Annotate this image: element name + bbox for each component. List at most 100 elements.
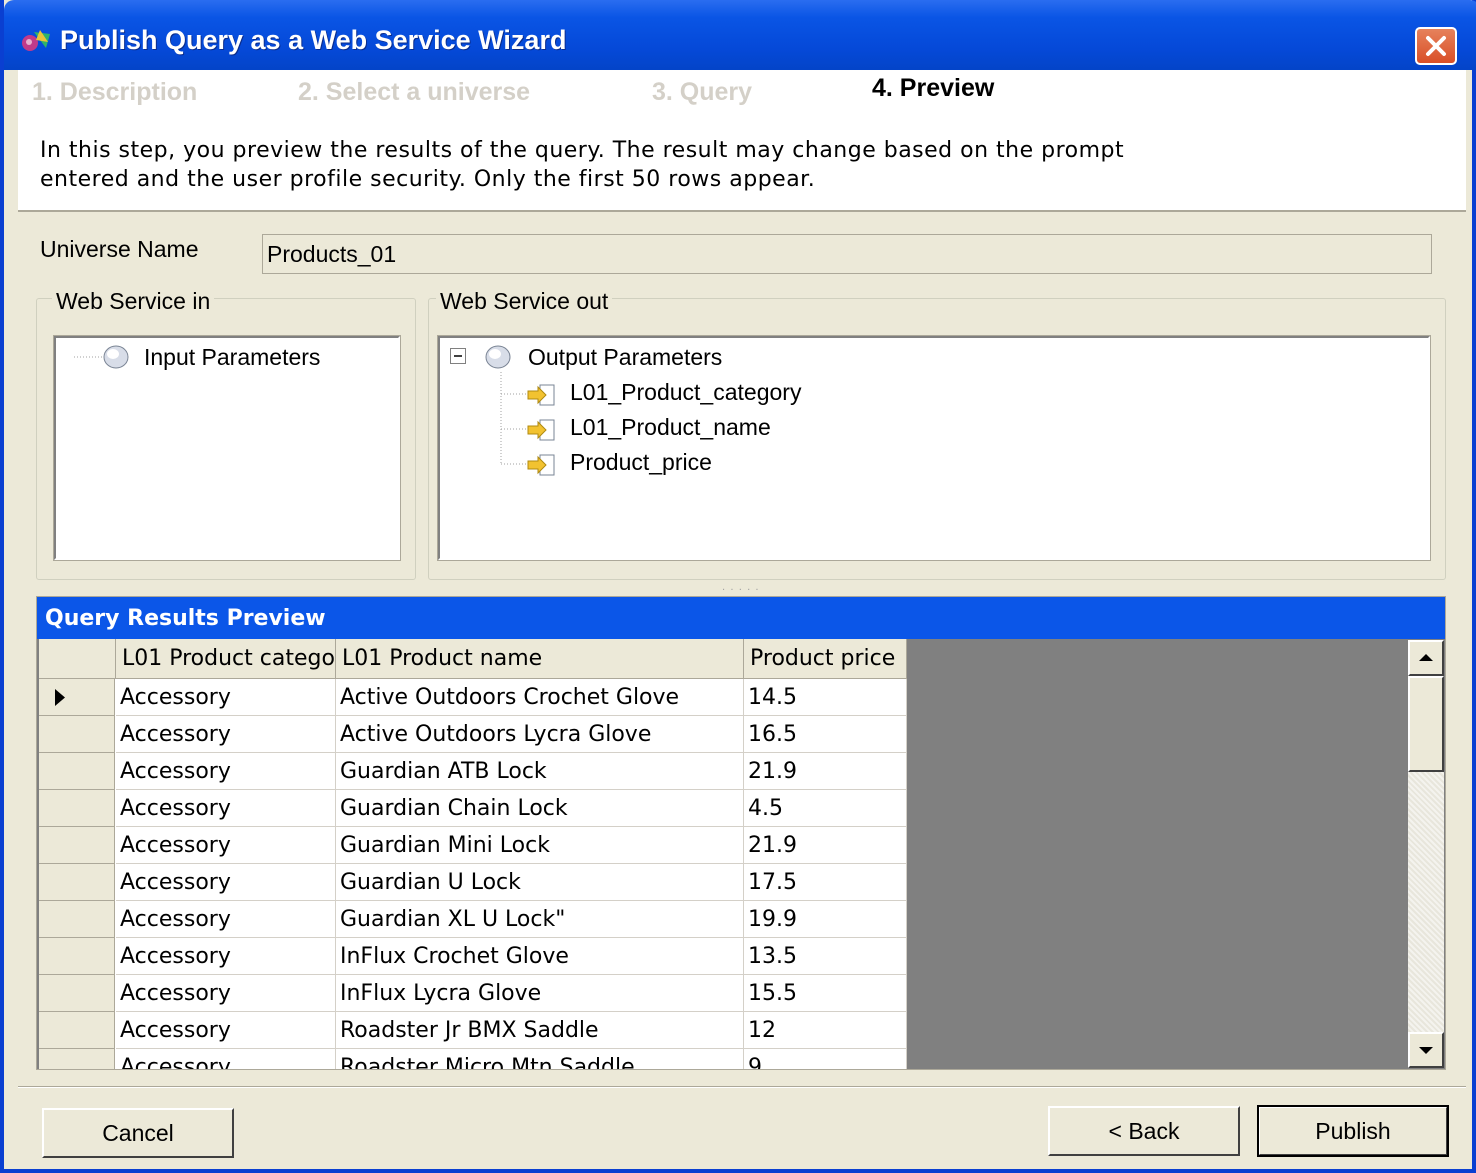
step-select-universe: 2. Select a universe <box>298 78 531 106</box>
parameter-icon <box>100 342 132 376</box>
current-row-icon <box>55 689 65 706</box>
table-cell[interactable]: Accessory <box>116 975 336 1012</box>
table-cell[interactable]: 17.5 <box>744 864 907 901</box>
collapse-toggle[interactable] <box>450 348 466 364</box>
step-description-text: In this step, you preview the results of… <box>40 138 1125 192</box>
input-parameters-node[interactable]: Input Parameters <box>144 344 320 371</box>
chevron-up-icon <box>1419 654 1433 661</box>
table-row[interactable]: Accessory InFlux Lycra Glove 15.5 <box>39 975 907 1012</box>
results-scrollbar[interactable] <box>1408 640 1444 1068</box>
table-cell[interactable]: Accessory <box>116 901 336 938</box>
row-selector[interactable] <box>39 938 115 975</box>
table-cell[interactable]: Accessory <box>116 679 336 716</box>
row-selector[interactable] <box>39 827 115 864</box>
table-cell[interactable]: InFlux Crochet Glove <box>336 938 744 975</box>
table-row[interactable]: Accessory Active Outdoors Crochet Glove 14… <box>39 679 907 716</box>
table-cell[interactable]: Roadster Jr BMX Saddle <box>336 1012 744 1049</box>
table-cell[interactable]: 19.9 <box>744 901 907 938</box>
row-selector[interactable] <box>39 753 115 790</box>
wizard-header: 1. Description 2. Select a universe 3. Q… <box>18 70 1466 212</box>
step-description: 1. Description <box>32 78 198 106</box>
table-cell[interactable]: Accessory <box>116 753 336 790</box>
table-cell[interactable]: Active Outdoors Lycra Glove <box>336 716 744 753</box>
table-row[interactable]: Accessory Roadster Jr BMX Saddle 12 <box>39 1012 907 1049</box>
table-row[interactable]: Accessory Guardian Chain Lock 4.5 <box>39 790 907 827</box>
row-selector[interactable] <box>39 716 115 753</box>
output-param-item[interactable]: L01_Product_name <box>570 414 771 441</box>
output-param-item[interactable]: Product_price <box>570 449 712 476</box>
universe-name-label: Universe Name <box>40 236 199 262</box>
table-row[interactable]: Accessory Guardian Mini Lock 21.9 <box>39 827 907 864</box>
table-cell[interactable]: Accessory <box>116 864 336 901</box>
output-arrow-icon <box>526 452 556 482</box>
column-header[interactable]: L01 Product name <box>336 639 744 679</box>
table-row[interactable]: Accessory Guardian ATB Lock 21.9 <box>39 753 907 790</box>
window-title: Publish Query as a Web Service Wizard <box>60 25 567 55</box>
row-selector[interactable] <box>39 679 115 716</box>
output-arrow-icon <box>526 382 556 412</box>
web-service-out-label: Web Service out <box>436 288 613 315</box>
table-cell[interactable]: Accessory <box>116 790 336 827</box>
row-selector[interactable] <box>39 864 115 901</box>
table-cell[interactable]: 15.5 <box>744 975 907 1012</box>
table-cell[interactable]: Active Outdoors Crochet Glove <box>336 679 744 716</box>
close-button[interactable] <box>1415 27 1457 65</box>
step-query: 3. Query <box>652 78 753 106</box>
table-cell[interactable]: Guardian Chain Lock <box>336 790 744 827</box>
row-selector[interactable] <box>39 975 115 1012</box>
title-bar[interactable]: Publish Query as a Web Service Wizard <box>4 0 1476 70</box>
universe-name-field: Products_01 <box>262 234 1432 274</box>
publish-button[interactable]: Publish <box>1257 1105 1449 1157</box>
row-selector[interactable] <box>39 901 115 938</box>
table-cell[interactable]: Accessory <box>116 827 336 864</box>
table-row[interactable]: Accessory Active Outdoors Lycra Glove 16.5 <box>39 716 907 753</box>
table-cell[interactable]: Guardian XL U Lock" <box>336 901 744 938</box>
close-icon <box>1426 36 1446 56</box>
row-selector[interactable] <box>39 1049 115 1069</box>
step-preview: 4. Preview <box>872 74 995 102</box>
table-cell[interactable]: Guardian U Lock <box>336 864 744 901</box>
table-cell[interactable]: Roadster Micro Mtn Saddle <box>336 1049 744 1069</box>
table-cell[interactable]: 21.9 <box>744 753 907 790</box>
table-cell[interactable]: InFlux Lycra Glove <box>336 975 744 1012</box>
scroll-thumb[interactable] <box>1408 676 1444 772</box>
table-cell[interactable]: Accessory <box>116 938 336 975</box>
cancel-button[interactable]: Cancel <box>42 1108 234 1158</box>
table-row[interactable]: Accessory Roadster Micro Mtn Saddle 9 <box>39 1049 907 1069</box>
table-row[interactable]: Accessory Guardian U Lock 17.5 <box>39 864 907 901</box>
table-row[interactable]: Accessory InFlux Crochet Glove 13.5 <box>39 938 907 975</box>
table-row[interactable]: Accessory Guardian XL U Lock" 19.9 <box>39 901 907 938</box>
back-button[interactable]: < Back <box>1048 1106 1240 1156</box>
scroll-down-button[interactable] <box>1408 1032 1444 1068</box>
query-results-panel: Query Results Preview L01 Product catego… <box>36 596 1446 1070</box>
output-parameters-tree[interactable]: Output Parameters L01_Product_category L… <box>437 335 1431 561</box>
table-cell[interactable]: 21.9 <box>744 827 907 864</box>
table-cell[interactable]: 9 <box>744 1049 907 1069</box>
column-header[interactable]: Product price <box>744 639 907 679</box>
table-cell[interactable]: Guardian Mini Lock <box>336 827 744 864</box>
row-header-corner <box>39 639 116 679</box>
scroll-up-button[interactable] <box>1408 640 1444 676</box>
minus-icon <box>454 355 462 357</box>
query-results-title: Query Results Preview <box>37 597 1445 639</box>
results-grid[interactable]: L01 Product catego L01 Product name Prod… <box>39 639 907 1069</box>
chevron-down-icon <box>1419 1047 1433 1054</box>
row-selector[interactable] <box>39 1012 115 1049</box>
table-cell[interactable]: Accessory <box>116 716 336 753</box>
splitter-grip[interactable]: · · · · · <box>722 585 760 596</box>
table-cell[interactable]: Accessory <box>116 1049 336 1069</box>
table-cell[interactable]: 14.5 <box>744 679 907 716</box>
table-cell[interactable]: 4.5 <box>744 790 907 827</box>
table-cell[interactable]: Accessory <box>116 1012 336 1049</box>
table-cell[interactable]: 16.5 <box>744 716 907 753</box>
table-cell[interactable]: 13.5 <box>744 938 907 975</box>
output-param-item[interactable]: L01_Product_category <box>570 379 801 406</box>
input-parameters-tree[interactable]: Input Parameters <box>53 335 401 561</box>
row-selector[interactable] <box>39 790 115 827</box>
table-cell[interactable]: 12 <box>744 1012 907 1049</box>
output-parameters-node[interactable]: Output Parameters <box>528 344 722 371</box>
web-service-in-label: Web Service in <box>52 288 215 315</box>
wizard-window: Publish Query as a Web Service Wizard 1.… <box>0 0 1476 1173</box>
table-cell[interactable]: Guardian ATB Lock <box>336 753 744 790</box>
column-header[interactable]: L01 Product catego <box>116 639 336 679</box>
